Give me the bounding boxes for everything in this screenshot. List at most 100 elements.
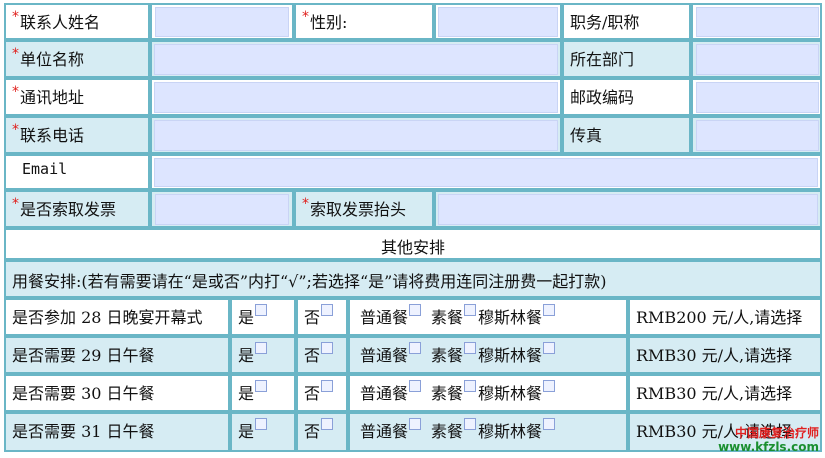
vegetarian-meal-checkbox[interactable]	[464, 304, 477, 316]
phone-cell	[150, 116, 562, 154]
phone-input[interactable]	[154, 120, 558, 151]
muslim-meal-checkbox[interactable]	[543, 342, 556, 354]
position-input[interactable]	[696, 7, 819, 37]
postcode-input[interactable]	[696, 82, 819, 113]
muslim-meal-label: 穆斯林餐	[478, 422, 543, 441]
meal-no-label: 否	[304, 308, 321, 327]
meal-yes-label: 是	[238, 346, 255, 365]
meal-label: 是否需要 30 日午餐	[12, 384, 155, 403]
meal-label-cell: 是否需要 29 日午餐	[4, 336, 230, 374]
email-label: Email	[4, 154, 150, 190]
meal-no-checkbox[interactable]	[321, 380, 334, 392]
meal-no-label: 否	[304, 422, 321, 441]
meal-yes-label: 是	[238, 422, 255, 441]
meal-no-cell: 否	[296, 298, 348, 336]
meal-no-cell: 否	[296, 412, 348, 452]
vegetarian-meal-label: 素餐	[431, 422, 464, 441]
company-label: * 单位名称	[4, 40, 150, 78]
meal-price: RMB200 元/人,请选择	[636, 308, 803, 327]
meal-price: RMB30 元/人,请选择	[636, 384, 793, 403]
meal-label: 是否需要 29 日午餐	[12, 346, 155, 365]
email-input[interactable]	[154, 158, 818, 187]
meal-yes-cell: 是	[230, 336, 296, 374]
meal-no-cell: 否	[296, 336, 348, 374]
meal-no-label: 否	[304, 384, 321, 403]
meal-label: 是否参加 28 日晚宴开幕式	[12, 308, 203, 327]
contact-name-label: * 联系人姓名	[4, 3, 150, 40]
meal-label-cell: 是否需要 31 日午餐	[4, 412, 230, 452]
regular-meal-checkbox[interactable]	[409, 418, 422, 430]
regular-meal-checkbox[interactable]	[409, 304, 422, 316]
meal-yes-cell: 是	[230, 412, 296, 452]
invoice-title-input[interactable]	[438, 194, 818, 225]
meal-yes-checkbox[interactable]	[255, 342, 268, 354]
address-cell	[150, 78, 562, 116]
position-label: 职务/职称	[562, 3, 691, 40]
vegetarian-meal-checkbox[interactable]	[464, 380, 477, 392]
regular-meal-label: 普通餐	[360, 422, 409, 441]
postcode-label: 邮政编码	[562, 78, 691, 116]
other-arrangements-title: 其他安排	[4, 228, 822, 260]
vegetarian-meal-checkbox[interactable]	[464, 342, 477, 354]
meal-label-cell: 是否需要 30 日午餐	[4, 374, 230, 412]
vegetarian-meal-label: 素餐	[431, 308, 464, 327]
regular-meal-label: 普通餐	[360, 308, 409, 327]
meal-yes-checkbox[interactable]	[255, 380, 268, 392]
email-cell	[150, 154, 822, 190]
contact-name-input[interactable]	[155, 7, 289, 37]
address-label: * 通讯地址	[4, 78, 150, 116]
meal-no-checkbox[interactable]	[321, 304, 334, 316]
regular-meal-label: 普通餐	[360, 384, 409, 403]
invoice-input[interactable]	[155, 194, 289, 225]
muslim-meal-checkbox[interactable]	[543, 380, 556, 392]
meal-no-checkbox[interactable]	[321, 418, 334, 430]
meal-no-label: 否	[304, 346, 321, 365]
address-input[interactable]	[154, 82, 558, 113]
department-label: 所在部门	[562, 40, 691, 78]
meal-no-checkbox[interactable]	[321, 342, 334, 354]
meal-label: 是否需要 31 日午餐	[12, 422, 155, 441]
meal-type-cell: 普通餐 素餐 穆斯林餐	[348, 412, 628, 452]
muslim-meal-label: 穆斯林餐	[478, 346, 543, 365]
meal-price-cell: RMB200 元/人,请选择	[628, 298, 822, 336]
meal-price: RMB30 元/人,请选择	[636, 346, 793, 365]
company-input[interactable]	[154, 44, 558, 75]
meal-label-cell: 是否参加 28 日晚宴开幕式	[4, 298, 230, 336]
invoice-label: * 是否索取发票	[4, 190, 150, 228]
postcode-cell	[691, 78, 822, 116]
vegetarian-meal-label: 素餐	[431, 346, 464, 365]
position-cell	[691, 3, 822, 40]
gender-input[interactable]	[438, 7, 558, 37]
meal-yes-label: 是	[238, 308, 255, 327]
department-input[interactable]	[696, 44, 819, 75]
regular-meal-label: 普通餐	[360, 346, 409, 365]
regular-meal-checkbox[interactable]	[409, 380, 422, 392]
meal-yes-checkbox[interactable]	[255, 418, 268, 430]
watermark-line1: 中国康复治疗师	[734, 426, 819, 440]
vegetarian-meal-checkbox[interactable]	[464, 418, 477, 430]
meal-type-cell: 普通餐 素餐 穆斯林餐	[348, 336, 628, 374]
regular-meal-checkbox[interactable]	[409, 342, 422, 354]
fax-label: 传真	[562, 116, 691, 154]
fax-cell	[691, 116, 822, 154]
meal-yes-cell: 是	[230, 298, 296, 336]
phone-label: * 联系电话	[4, 116, 150, 154]
meal-type-cell: 普通餐 素餐 穆斯林餐	[348, 298, 628, 336]
muslim-meal-label: 穆斯林餐	[478, 384, 543, 403]
meal-type-cell: 普通餐 素餐 穆斯林餐	[348, 374, 628, 412]
department-cell	[691, 40, 822, 78]
muslim-meal-label: 穆斯林餐	[478, 308, 543, 327]
gender-cell	[434, 3, 562, 40]
muslim-meal-checkbox[interactable]	[543, 418, 556, 430]
meal-no-cell: 否	[296, 374, 348, 412]
invoice-cell	[150, 190, 294, 228]
meal-yes-label: 是	[238, 384, 255, 403]
meal-yes-checkbox[interactable]	[255, 304, 268, 316]
fax-input[interactable]	[696, 120, 819, 151]
meal-note: 用餐安排:(若有需要请在“是或否”内打“√”;若选择“是”请将费用连同注册费一起…	[4, 260, 822, 298]
invoice-title-cell	[434, 190, 822, 228]
company-cell	[150, 40, 562, 78]
muslim-meal-checkbox[interactable]	[543, 304, 556, 316]
watermark-line2: www.kfzls.com	[718, 440, 819, 454]
registration-form: * 联系人姓名 * 性别: 职务/职称 * 单位名称 所在部门 * 通讯地址 邮政编码 …	[0, 0, 825, 458]
